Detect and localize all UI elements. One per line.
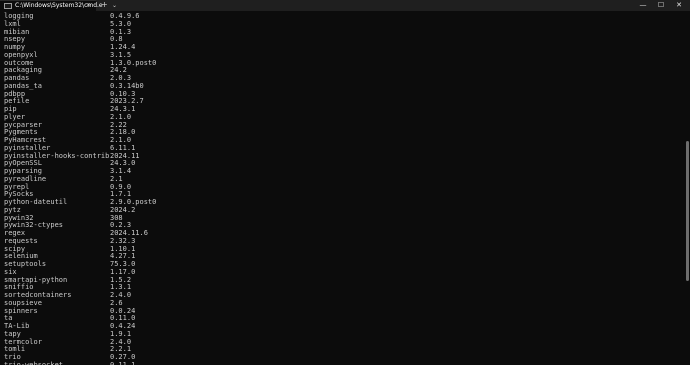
package-row: sniffio 1.3.1 [4,283,684,292]
package-row: pyinstaller-hooks-contrib 2024.11 [4,152,684,161]
package-row: regex 2024.11.6 [4,229,684,238]
package-row: pefile 2023.2.7 [4,97,684,106]
package-row: smartapi-python 1.5.2 [4,276,684,285]
package-row: nsepy 0.8 [4,35,684,44]
package-row: sortedcontainers 2.4.0 [4,291,684,300]
package-row: Pygments 2.18.0 [4,128,684,137]
package-row: pywin32 308 [4,214,684,223]
package-row: pip 24.3.1 [4,105,684,114]
terminal-window: C:\Windows\System32\cmd.e ✕ + ⌄ — ☐ ✕ lo… [0,0,690,365]
package-row: lxml 5.3.0 [4,20,684,29]
package-row: outcome 1.3.0.post0 [4,59,684,68]
package-row: pycparser 2.22 [4,121,684,130]
package-row: PySocks 1.7.1 [4,190,684,199]
package-row: pytz 2024.2 [4,206,684,215]
package-row: selenium 4.27.1 [4,252,684,261]
package-row: TA-Lib 0.4.24 [4,322,684,331]
package-row: trio 0.27.0 [4,353,684,362]
package-row: six 1.17.0 [4,268,684,277]
minimize-button[interactable]: — [634,0,652,11]
package-row: pyparsing 3.1.4 [4,167,684,176]
package-row: pywin32-ctypes 0.2.3 [4,221,684,230]
package-row: scipy 1.10.1 [4,245,684,254]
package-row: tapy 1.9.1 [4,330,684,339]
package-row: plyer 2.1.0 [4,113,684,122]
package-row: logging 0.4.9.6 [4,12,684,21]
package-row: mibian 0.1.3 [4,28,684,37]
package-row: setuptools 75.3.0 [4,260,684,269]
package-row: ta 0.11.0 [4,314,684,323]
terminal-icon [4,3,12,9]
title-bar: C:\Windows\System32\cmd.e ✕ + ⌄ — ☐ ✕ [0,0,690,11]
package-row: pyOpenSSL 24.3.0 [4,159,684,168]
package-row: pandas_ta 0.3.14b0 [4,82,684,91]
package-row: pyreadline 2.1 [4,175,684,184]
scrollbar-thumb[interactable] [686,141,689,281]
package-row: packaging 24.2 [4,66,684,75]
package-row: pandas 2.0.3 [4,74,684,83]
package-row: python-dateutil 2.9.0.post0 [4,198,684,207]
package-row: pyrepl 0.9.0 [4,183,684,192]
console-output[interactable]: logging 0.4.9.6 lxml 5.3.0 mibian 0.1.3 nsepy 0… [4,12,684,365]
package-row: soupsieve 2.6 [4,299,684,308]
package-row: tomli 2.2.1 [4,345,684,354]
new-tab-button[interactable]: + [101,0,108,10]
chevron-down-icon[interactable]: ⌄ [112,1,117,10]
maximize-button[interactable]: ☐ [652,0,670,11]
tab-cmd[interactable]: C:\Windows\System32\cmd.e ✕ [0,0,103,11]
package-row: requests 2.32.3 [4,237,684,246]
package-row: PyHamcrest 2.1.0 [4,136,684,145]
package-row: pdbpp 0.10.3 [4,90,684,99]
tab-close-icon[interactable]: ✕ [86,2,91,10]
scrollbar[interactable] [684,11,690,365]
package-row: numpy 1.24.4 [4,43,684,52]
package-row: spinners 0.0.24 [4,307,684,316]
package-row: openpyxl 3.1.5 [4,51,684,60]
close-button[interactable]: ✕ [670,0,688,11]
package-row: termcolor 2.4.0 [4,338,684,347]
